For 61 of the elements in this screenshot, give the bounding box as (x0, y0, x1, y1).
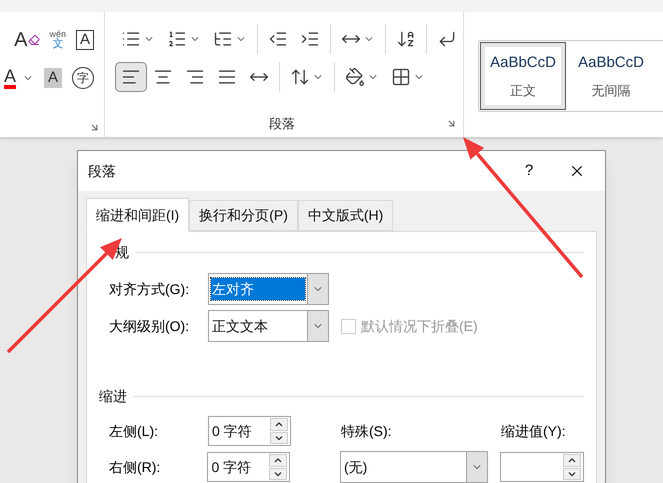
dropdown[interactable]: 正文文本 (208, 310, 329, 342)
format-button[interactable]: A (40, 64, 66, 92)
sort-icon (396, 29, 416, 49)
glyph: wén (50, 30, 66, 39)
glyph: A (44, 68, 62, 88)
style-name: 无间隔 (592, 82, 631, 100)
field-label: 特殊(S): (341, 422, 393, 441)
return-arrow-icon (437, 29, 458, 49)
eraser-icon (28, 34, 40, 46)
format-button[interactable]: A (0, 64, 38, 92)
glyph: A (4, 67, 16, 85)
help-button[interactable]: ? (509, 160, 549, 182)
spin-field[interactable]: 0 字符 (207, 452, 290, 482)
dropdown[interactable]: (无) (340, 451, 488, 483)
spin-field[interactable]: 0 字符 (208, 416, 291, 446)
checkbox-label: 默认情况下折叠(E) (361, 316, 478, 336)
dialog-launcher-icon[interactable] (89, 122, 100, 133)
format-button[interactable]: A (72, 26, 98, 54)
paragraph-button[interactable] (115, 62, 148, 92)
format-button[interactable]: 字 (68, 64, 98, 92)
dropdown-value: 正文文本 (211, 317, 269, 336)
dropdown-value: (无) (343, 458, 368, 477)
up-icon[interactable] (269, 454, 287, 466)
glyph: A (76, 30, 94, 50)
down-icon[interactable] (270, 432, 288, 444)
dropdown-value: 左对齐 (211, 278, 305, 300)
field-label: 右侧(R): (109, 458, 162, 477)
line-spacing-icon (290, 67, 310, 87)
style-sample: AaBbCcD (578, 53, 644, 73)
tab[interactable]: 换行和分页(P) (189, 200, 298, 231)
glyph: 字 (72, 67, 94, 89)
field-label: 左侧(L): (109, 422, 159, 441)
format-button[interactable]: wén 文 (46, 26, 70, 54)
numbered-list-icon (167, 29, 188, 49)
grid-icon (391, 67, 412, 87)
section-heading: 缩进 (99, 387, 127, 406)
glyph: 文 (52, 39, 64, 50)
up-icon[interactable] (563, 454, 581, 466)
dialog-launcher-icon[interactable] (446, 118, 458, 129)
style-item[interactable]: AaBbCcD 正文 (480, 42, 566, 110)
up-icon[interactable] (270, 418, 288, 430)
field-label: 大纲级别(O): (109, 316, 190, 336)
down-icon[interactable] (269, 468, 287, 480)
down-icon[interactable] (563, 468, 581, 480)
tab[interactable]: 中文版式(H) (298, 200, 394, 231)
paint-bucket-icon (345, 67, 366, 87)
format-button[interactable]: A (10, 26, 44, 54)
tab[interactable]: 缩进和间距(I) (86, 198, 190, 232)
spin-value: 0 字符 (211, 458, 252, 476)
spin-field[interactable] (500, 452, 584, 482)
field-label: 缩进值(Y): (501, 422, 566, 441)
style-item[interactable]: AaBbCcD 无间隔 (568, 42, 654, 110)
spin-value: 0 字符 (212, 422, 252, 440)
glyph: A (14, 30, 28, 50)
section-heading: 规 (115, 243, 129, 262)
dropdown[interactable]: 左对齐 (208, 273, 329, 305)
field-label: 对齐方式(G): (109, 280, 190, 299)
style-sample: AaBbCcD (490, 53, 556, 73)
dialog-title: 段落 (88, 162, 117, 180)
style-name: 正文 (510, 82, 536, 100)
group-label: 段落 (269, 114, 296, 132)
